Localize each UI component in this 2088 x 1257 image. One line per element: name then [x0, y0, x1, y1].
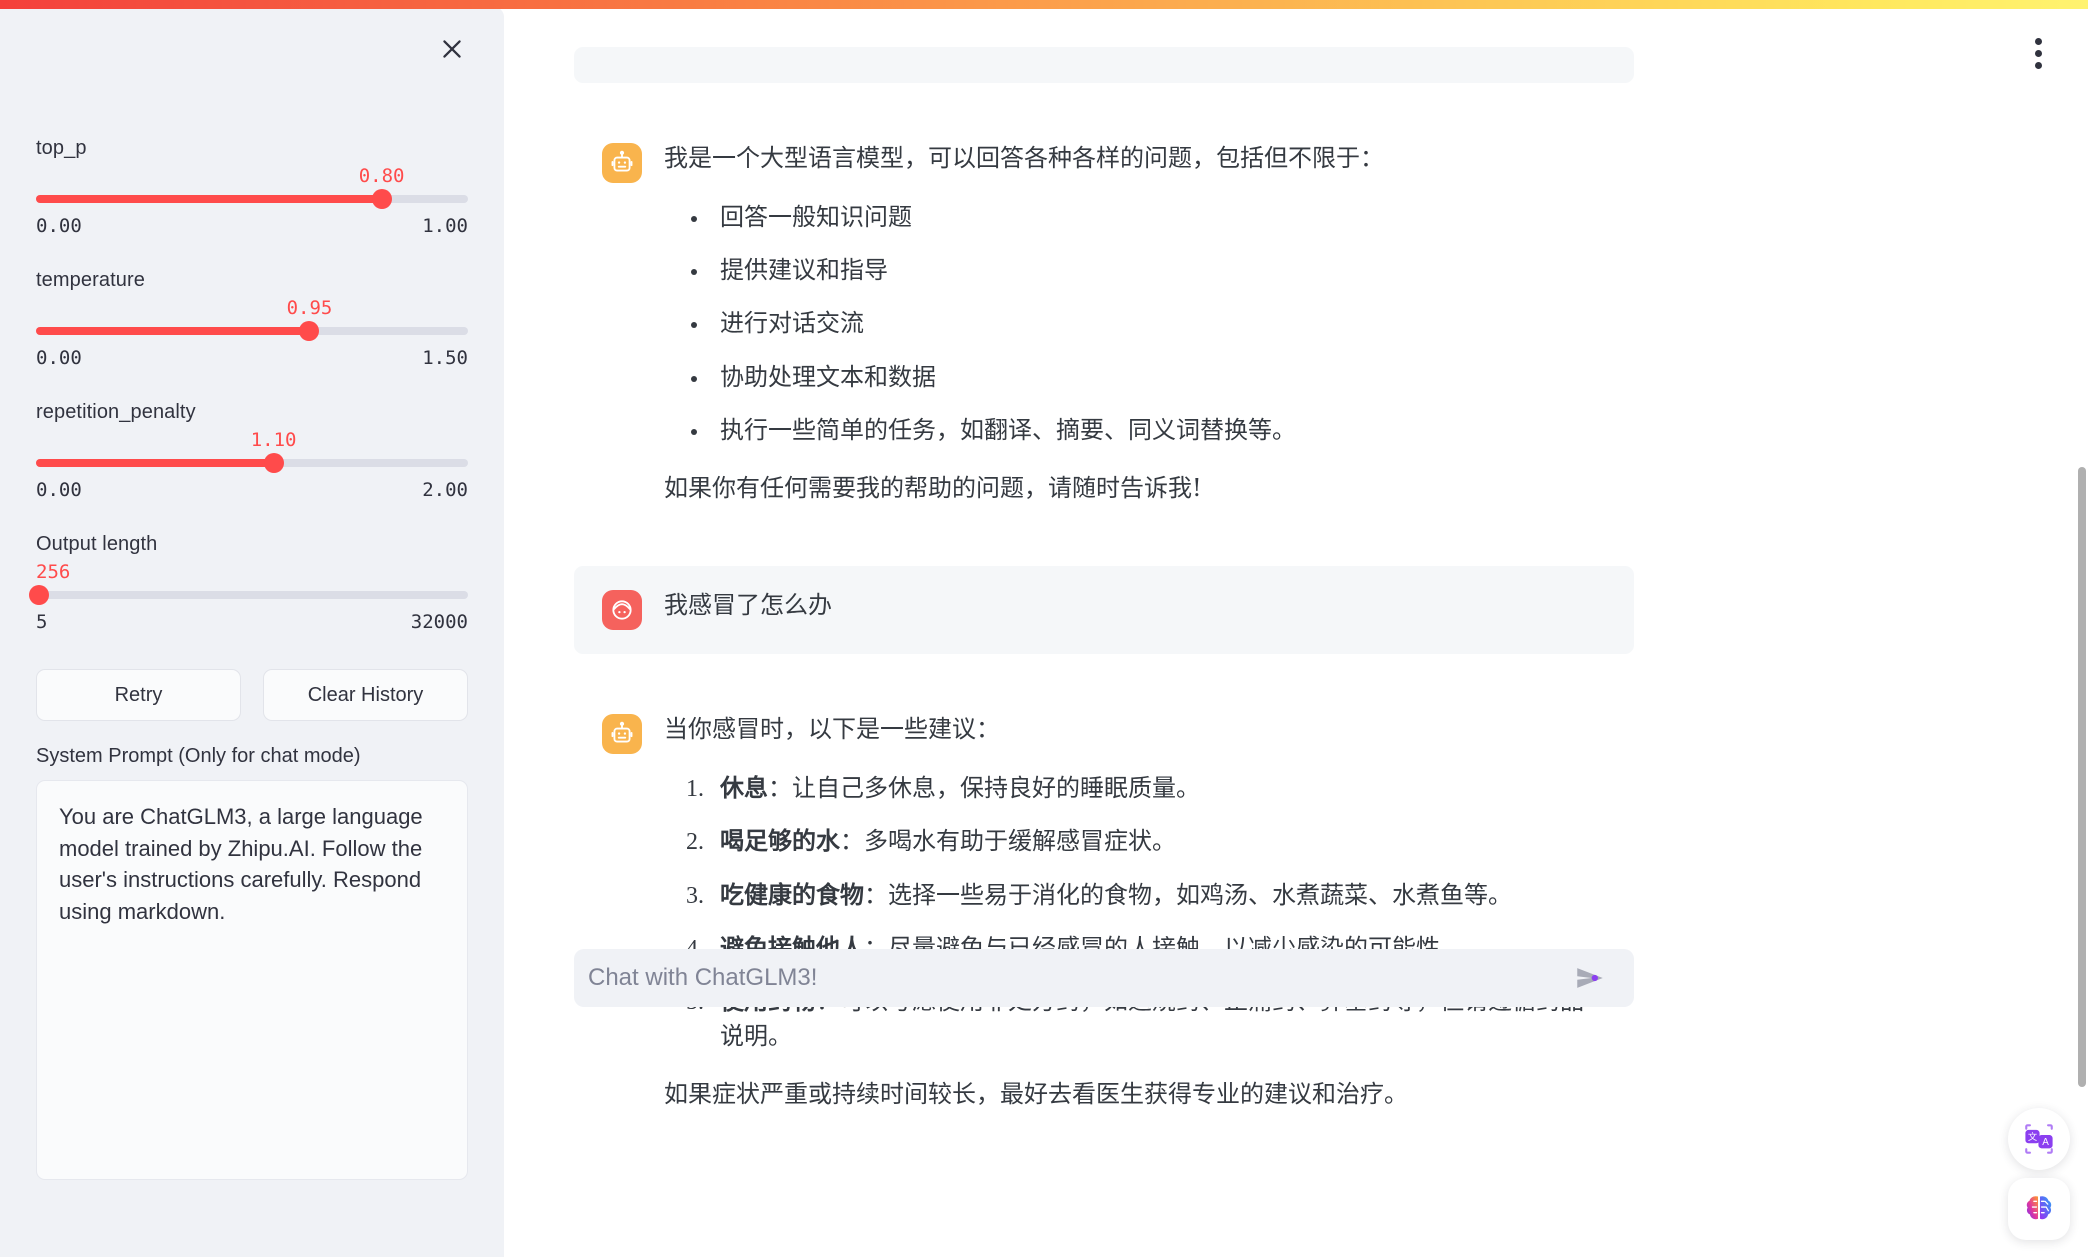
slider-current-value: 256 — [36, 561, 70, 583]
list-item: 执行一些简单的任务，如翻译、摘要、同义词替换等。 — [710, 413, 1604, 447]
message-text: 我是一个大型语言模型，可以回答各种各样的问题，包括但不限于： — [664, 141, 1604, 176]
message-user-1: 我感冒了怎么办 — [574, 566, 1634, 654]
slider-thumb[interactable] — [264, 453, 284, 473]
gradient-top-bar — [0, 0, 2088, 9]
list-item: 回答一般知识问题 — [710, 200, 1604, 234]
chat-input[interactable] — [588, 964, 1570, 992]
slider-max: 32000 — [411, 611, 468, 633]
slider-fill — [36, 327, 309, 335]
slider-fill — [36, 195, 382, 203]
list-item: 休息：让自己多休息，保持良好的睡眠质量。 — [710, 771, 1604, 805]
chat-scroll-area: 我是一个大型语言模型，可以回答各种各样的问题，包括但不限于： 回答一般知识问题 … — [504, 9, 2088, 1257]
list-item: 进行对话交流 — [710, 306, 1604, 340]
slider-min: 0.00 — [36, 479, 82, 501]
message-tail-text: 如果症状严重或持续时间较长，最好去看医生获得专业的建议和治疗。 — [664, 1077, 1604, 1112]
slider-thumb[interactable] — [29, 585, 49, 605]
message-partial-above — [574, 47, 1634, 83]
list-item: 吃健康的食物：选择一些易于消化的食物，如鸡汤、水煮蔬菜、水煮鱼等。 — [710, 878, 1604, 912]
more-vertical-icon[interactable] — [2018, 31, 2058, 75]
system-prompt-value: You are ChatGLM3, a large language model… — [59, 801, 445, 928]
slider-label: Output length — [36, 529, 468, 559]
slider-current-value: 0.95 — [287, 297, 333, 319]
list-item-rest: ：让自己多休息，保持良好的睡眠质量。 — [768, 774, 1200, 802]
robot-icon — [602, 714, 642, 754]
list-item-rest: ：选择一些易于消化的食物，如鸡汤、水煮蔬菜、水煮鱼等。 — [864, 881, 1512, 909]
slider-track[interactable] — [36, 327, 468, 335]
settings-sidebar: top_p 0.80 0.00 1.00 temperature 0.95 — [0, 7, 504, 1257]
slider-min: 0.00 — [36, 215, 82, 237]
list-item-bold: 喝足够的水 — [720, 826, 840, 855]
slider-output-length[interactable]: Output length 256 5 32000 — [36, 529, 468, 633]
close-icon[interactable] — [432, 29, 472, 69]
slider-track[interactable] — [36, 591, 468, 599]
slider-min: 0.00 — [36, 347, 82, 369]
clear-history-button[interactable]: Clear History — [263, 669, 468, 721]
robot-icon — [602, 143, 642, 183]
svg-text:A: A — [2042, 1137, 2049, 1148]
system-prompt-input[interactable]: You are ChatGLM3, a large language model… — [36, 780, 468, 1180]
message-assistant-2: 当你感冒时，以下是一些建议： 休息：让自己多休息，保持良好的睡眠质量。 喝足够的… — [574, 690, 1634, 1135]
list-item-bold: 吃健康的食物 — [720, 880, 864, 909]
action-button-row: Retry Clear History — [36, 669, 468, 721]
message-assistant-1: 我是一个大型语言模型，可以回答各种各样的问题，包括但不限于： 回答一般知识问题 … — [574, 119, 1634, 530]
slider-temperature[interactable]: temperature 0.95 0.00 1.50 — [36, 265, 468, 369]
slider-track[interactable] — [36, 195, 468, 203]
slider-current-value: 1.10 — [251, 429, 297, 451]
slider-current-value: 0.80 — [359, 165, 405, 187]
app-root: top_p 0.80 0.00 1.00 temperature 0.95 — [0, 0, 2088, 1257]
list-item: 协助处理文本和数据 — [710, 360, 1604, 394]
chat-composer[interactable] — [574, 949, 1634, 1007]
translate-icon[interactable]: 文 A — [2008, 1108, 2070, 1170]
list-item: 喝足够的水：多喝水有助于缓解感冒症状。 — [710, 824, 1604, 858]
page-scrollbar[interactable] — [2075, 9, 2088, 1257]
slider-track[interactable] — [36, 459, 468, 467]
system-prompt-label: System Prompt (Only for chat mode) — [36, 745, 468, 768]
list-item-bold: 休息 — [720, 773, 768, 802]
list-item-rest: ：多喝水有助于缓解感冒症状。 — [840, 827, 1176, 855]
chat-main: 我是一个大型语言模型，可以回答各种各样的问题，包括但不限于： 回答一般知识问题 … — [504, 9, 2088, 1257]
message-numbered-list: 休息：让自己多休息，保持良好的睡眠质量。 喝足够的水：多喝水有助于缓解感冒症状。… — [664, 771, 1604, 1053]
list-item: 提供建议和指导 — [710, 253, 1604, 287]
scrollbar-thumb[interactable] — [2078, 467, 2086, 1087]
slider-repetition-penalty[interactable]: repetition_penalty 1.10 0.00 2.00 — [36, 397, 468, 501]
slider-label: repetition_penalty — [36, 397, 468, 427]
slider-max: 2.00 — [422, 479, 468, 501]
message-bullet-list: 回答一般知识问题 提供建议和指导 进行对话交流 协助处理文本和数据 执行一些简单… — [664, 200, 1604, 448]
user-face-icon — [602, 590, 642, 630]
message-text: 当你感冒时，以下是一些建议： — [664, 712, 1604, 747]
slider-label: temperature — [36, 265, 468, 295]
message-text: 我感冒了怎么办 — [664, 588, 1604, 623]
send-icon[interactable] — [1570, 958, 1610, 998]
slider-fill — [36, 459, 274, 467]
slider-top-p[interactable]: top_p 0.80 0.00 1.00 — [36, 133, 468, 237]
slider-thumb[interactable] — [299, 321, 319, 341]
message-tail-text: 如果你有任何需要我的帮助的问题，请随时告诉我! — [664, 471, 1604, 506]
slider-thumb[interactable] — [372, 189, 392, 209]
retry-button[interactable]: Retry — [36, 669, 241, 721]
slider-max: 1.00 — [422, 215, 468, 237]
svg-text:文: 文 — [2028, 1131, 2037, 1142]
slider-min: 5 — [36, 611, 47, 633]
brain-icon[interactable] — [2008, 1178, 2070, 1240]
slider-label: top_p — [36, 133, 468, 163]
slider-max: 1.50 — [422, 347, 468, 369]
